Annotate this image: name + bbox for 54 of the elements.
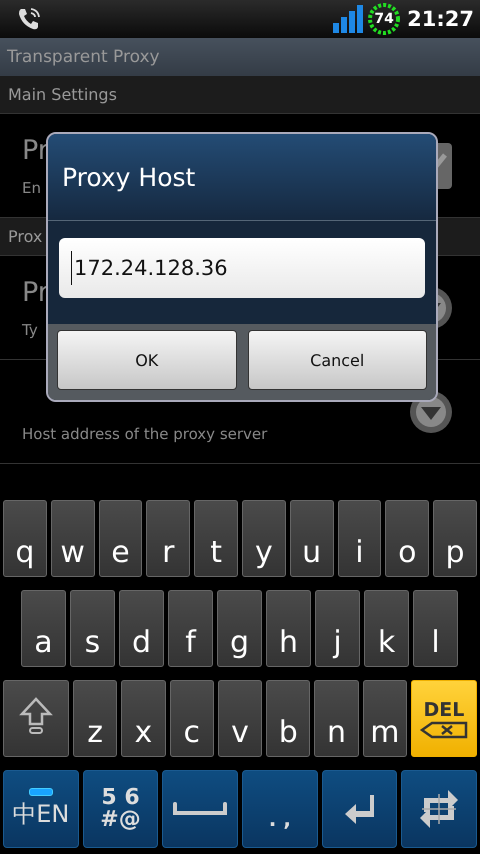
signal-icon — [333, 5, 364, 33]
key[interactable]: k — [364, 590, 409, 667]
key[interactable]: m — [362, 680, 407, 757]
enter-key[interactable] — [322, 770, 398, 848]
symbols-key[interactable]: 5 6 #@ — [82, 770, 158, 848]
preference-title: Pr — [22, 134, 49, 166]
switch-keyboard-key[interactable] — [401, 770, 478, 848]
ok-button[interactable]: OK — [57, 330, 236, 390]
battery-level: 74 — [374, 11, 394, 27]
category-title: Main Settings — [8, 85, 117, 104]
preference-summary: En — [22, 178, 42, 196]
shift-icon — [19, 696, 53, 736]
key[interactable]: z — [73, 680, 118, 757]
key[interactable]: x — [121, 680, 166, 757]
key[interactable]: u — [290, 500, 334, 577]
backspace-icon — [420, 720, 468, 738]
key[interactable]: v — [218, 680, 262, 757]
delete-key[interactable]: DEL — [410, 680, 477, 757]
key[interactable]: r — [146, 500, 190, 577]
shift-key[interactable] — [3, 680, 69, 757]
key[interactable]: h — [266, 590, 311, 667]
dialog-title: Proxy Host — [62, 162, 196, 192]
key[interactable]: j — [315, 590, 360, 667]
key[interactable]: g — [217, 590, 262, 667]
key[interactable]: e — [98, 500, 142, 577]
space-key[interactable] — [162, 770, 238, 848]
key[interactable]: a — [21, 590, 66, 667]
host-input-field[interactable]: 172.24.128.36 — [59, 238, 425, 298]
preference-summary: Host address of the proxy server — [22, 424, 268, 442]
key[interactable]: o — [385, 500, 430, 577]
key[interactable]: n — [314, 680, 359, 757]
key[interactable]: y — [242, 500, 286, 577]
key[interactable]: q — [3, 500, 47, 577]
key[interactable]: i — [338, 500, 382, 577]
clock: 21:27 — [407, 7, 474, 31]
cancel-button[interactable]: Cancel — [248, 330, 427, 390]
app-title: Transparent Proxy — [7, 47, 160, 67]
space-icon — [172, 802, 228, 816]
preference-summary: Ty — [22, 320, 39, 338]
language-key[interactable]: 中EN — [3, 770, 79, 848]
key[interactable]: l — [413, 590, 458, 667]
preference-title: Pr — [22, 276, 49, 308]
key[interactable]: s — [70, 590, 115, 667]
key[interactable]: t — [194, 500, 238, 577]
punctuation-key[interactable]: . , — [242, 770, 318, 848]
phone-call-icon — [16, 6, 42, 32]
key[interactable]: d — [119, 590, 164, 667]
key[interactable]: w — [50, 500, 95, 577]
key[interactable]: b — [266, 680, 310, 757]
key[interactable]: p — [433, 500, 477, 577]
key[interactable]: c — [170, 680, 214, 757]
indicator-icon — [28, 788, 53, 796]
category-title: Prox — [8, 227, 42, 246]
key[interactable]: f — [168, 590, 213, 667]
